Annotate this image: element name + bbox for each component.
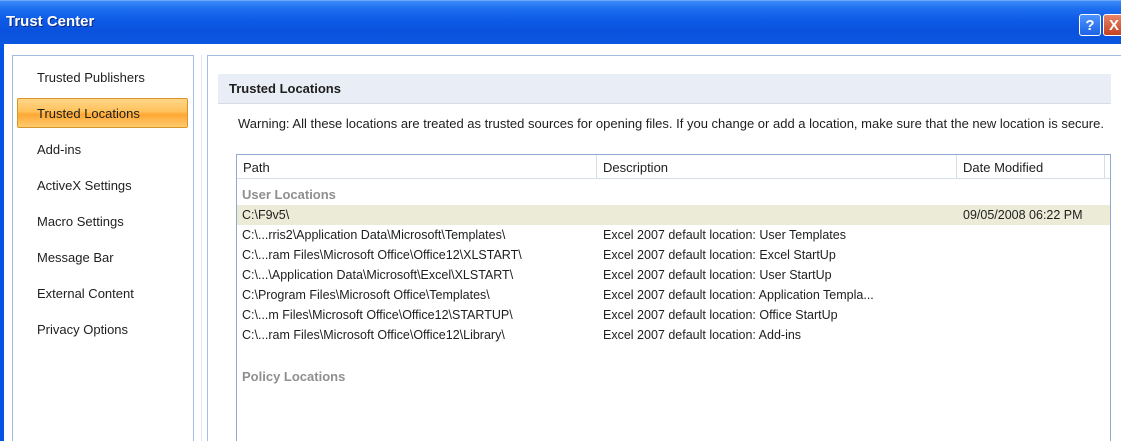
path-cell: C:\...ram Files\Microsoft Office\Office1… [242, 248, 522, 262]
window-title: Trust Center [6, 13, 95, 30]
description-cell [603, 205, 953, 225]
title-bar[interactable]: Trust Center ? X [0, 0, 1121, 44]
list-header: Path Description Date Modified [237, 155, 1110, 179]
path-cell: C:\...rris2\Application Data\Microsoft\T… [242, 228, 506, 242]
description-cell: Excel 2007 default location: User StartU… [603, 268, 832, 282]
group-label-user-locations: User Locations [242, 187, 336, 202]
sidebar-item-privacy-options[interactable]: Privacy Options [17, 314, 188, 344]
list-item[interactable]: C:\...ram Files\Microsoft Office\Office1… [237, 325, 1110, 345]
column-header-description[interactable]: Description [597, 155, 957, 179]
help-button[interactable]: ? [1079, 14, 1101, 36]
date-cell [963, 325, 1108, 345]
path-cell: C:\Program Files\Microsoft Office\Templa… [242, 288, 490, 302]
close-icon: X [1108, 16, 1119, 34]
sidebar-item-trusted-locations[interactable]: Trusted Locations [17, 98, 188, 128]
date-cell [963, 265, 1108, 285]
list-item[interactable]: C:\F9v5\ 09/05/2008 06:22 PM [237, 205, 1110, 225]
sidebar-item-macro-settings[interactable]: Macro Settings [17, 206, 188, 236]
sidebar-item-add-ins[interactable]: Add-ins [17, 134, 188, 164]
sidebar-item-trusted-publishers[interactable]: Trusted Publishers [17, 62, 188, 92]
list-item[interactable]: C:\...rris2\Application Data\Microsoft\T… [237, 225, 1110, 245]
date-cell [963, 305, 1108, 325]
column-header-path[interactable]: Path [237, 155, 597, 179]
section-title: Trusted Locations [218, 74, 1111, 104]
dialog-client-area: Trusted Publishers Trusted Locations Add… [4, 44, 1121, 441]
date-cell [963, 285, 1108, 305]
warning-text: Warning: All these locations are treated… [238, 116, 1104, 131]
path-cell: C:\F9v5\ [242, 208, 290, 222]
group-label-policy-locations: Policy Locations [242, 369, 346, 384]
description-cell: Excel 2007 default location: Office Star… [603, 308, 838, 322]
trusted-locations-list[interactable]: Path Description Date Modified User Loca… [236, 154, 1111, 441]
sidebar-item-activex-settings[interactable]: ActiveX Settings [17, 170, 188, 200]
date-cell [963, 245, 1108, 265]
date-cell [963, 225, 1108, 245]
list-item[interactable]: C:\...\Application Data\Microsoft\Excel\… [237, 265, 1110, 285]
pane-divider [201, 55, 202, 441]
path-cell: C:\...\Application Data\Microsoft\Excel\… [242, 268, 514, 282]
date-cell: 09/05/2008 06:22 PM [963, 208, 1083, 222]
list-item[interactable]: C:\...m Files\Microsoft Office\Office12\… [237, 305, 1110, 325]
sidebar: Trusted Publishers Trusted Locations Add… [12, 55, 194, 441]
path-cell: C:\...m Files\Microsoft Office\Office12\… [242, 308, 513, 322]
description-cell: Excel 2007 default location: Application… [603, 288, 874, 302]
main-pane: Trusted Locations Warning: All these loc… [207, 55, 1121, 441]
description-cell: Excel 2007 default location: Add-ins [603, 328, 802, 342]
close-button[interactable]: X [1103, 14, 1121, 36]
help-icon: ? [1085, 16, 1095, 34]
description-cell: Excel 2007 default location: Excel Start… [603, 248, 836, 262]
list-item[interactable]: C:\...ram Files\Microsoft Office\Office1… [237, 245, 1110, 265]
sidebar-item-external-content[interactable]: External Content [17, 278, 188, 308]
trust-center-window: Trust Center ? X Trusted Publishers Trus… [0, 0, 1121, 441]
path-cell: C:\...ram Files\Microsoft Office\Office1… [242, 328, 505, 342]
description-cell: Excel 2007 default location: User Templa… [603, 228, 846, 242]
list-item[interactable]: C:\Program Files\Microsoft Office\Templa… [237, 285, 1110, 305]
sidebar-item-message-bar[interactable]: Message Bar [17, 242, 188, 272]
column-header-date-modified[interactable]: Date Modified [957, 155, 1105, 179]
